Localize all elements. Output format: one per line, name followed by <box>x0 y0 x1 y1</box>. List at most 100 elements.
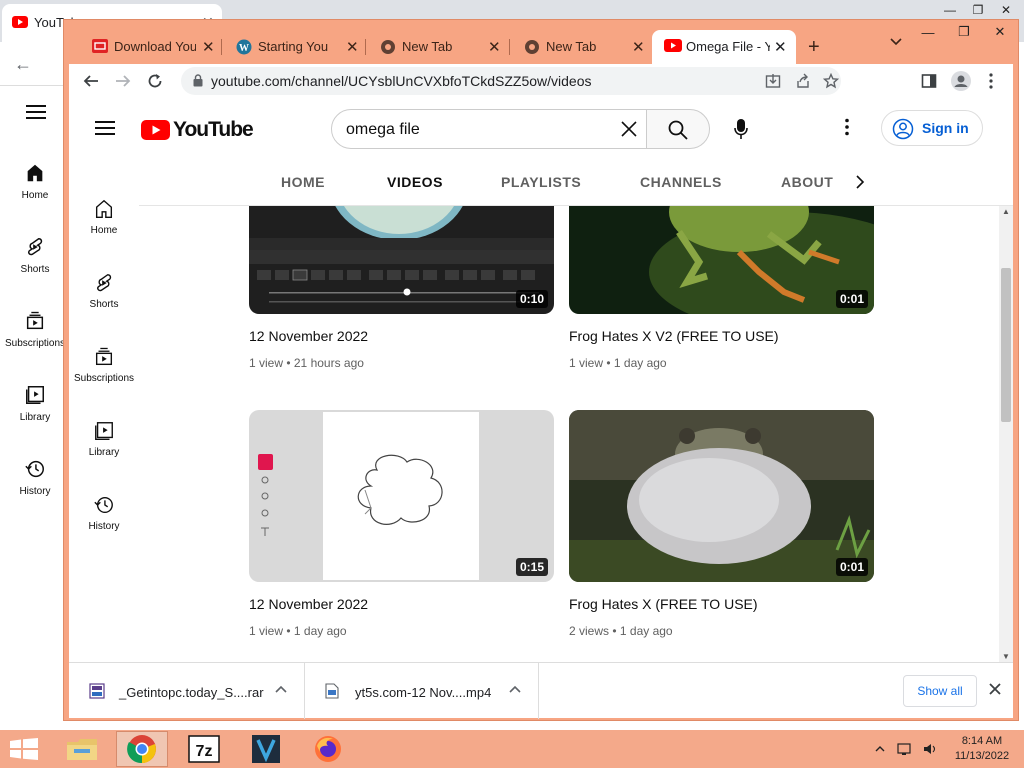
tab-videos[interactable]: VIDEOS <box>387 174 443 190</box>
video-meta: 1 view • 1 day ago <box>249 624 347 638</box>
tab-title: Starting Your Digital <box>258 39 328 54</box>
bg-sidebar-item-history[interactable]: History <box>0 458 70 497</box>
download-item[interactable]: yt5s.com-12 Nov....mp4 <box>305 663 539 719</box>
file-explorer-taskbar-button[interactable] <box>56 731 108 767</box>
bg-sidebar-item-subscriptions[interactable]: Subscriptions <box>0 310 70 349</box>
restore-icon[interactable]: ❐ <box>946 20 982 44</box>
back-arrow-icon[interactable] <box>83 73 99 89</box>
firefox-taskbar-button[interactable] <box>302 731 354 767</box>
taskbar-clock[interactable]: 8:14 AM 11/13/2022 <box>944 734 1020 764</box>
video-card[interactable]: 0:10 12 November 2022 1 view • 21 hours … <box>249 206 554 370</box>
video-title[interactable]: 12 November 2022 <box>249 328 554 344</box>
video-title[interactable]: Frog Hates X (FREE TO USE) <box>569 596 874 612</box>
tab-search-chevron-icon[interactable] <box>890 38 902 46</box>
video-thumbnail[interactable]: 0:15 <box>249 410 554 582</box>
minimize-icon[interactable]: — <box>910 20 946 44</box>
address-bar[interactable]: youtube.com/channel/UCYsblUnCVXbfoTCkdSZ… <box>181 67 841 95</box>
chevron-up-icon[interactable] <box>509 685 521 693</box>
tab-channels[interactable]: CHANNELS <box>640 174 722 190</box>
tab-home[interactable]: HOME <box>281 174 325 190</box>
video-thumbnail[interactable]: 0:01 <box>569 206 874 314</box>
share-icon[interactable] <box>795 73 811 89</box>
scroll-up-arrow-icon[interactable]: ▲ <box>1002 207 1010 216</box>
chrome-menu-icon[interactable] <box>989 73 993 89</box>
tab-about[interactable]: ABOUT <box>781 174 833 190</box>
sign-in-button[interactable]: Sign in <box>881 110 983 146</box>
video-title[interactable]: 12 November 2022 <box>249 596 554 612</box>
7zip-taskbar-button[interactable]: 7z <box>178 731 230 767</box>
search-button[interactable] <box>646 109 710 149</box>
profile-avatar-icon[interactable] <box>951 71 971 91</box>
close-tab-icon[interactable]: ✕ <box>774 38 787 56</box>
scrollbar-thumb[interactable] <box>1001 268 1011 422</box>
tab-separator <box>221 39 222 55</box>
page-scrollbar[interactable]: ▲ ▼ <box>999 206 1013 662</box>
close-download-bar-icon[interactable] <box>989 683 1001 695</box>
bg-sidebar-item-library[interactable]: Library <box>0 384 70 423</box>
search-icon <box>668 120 688 140</box>
7zip-icon: 7z <box>188 735 220 763</box>
close-window-icon[interactable]: ✕ <box>982 20 1018 44</box>
youtube-favicon-icon <box>664 39 682 52</box>
tab-new-tab-2[interactable]: New Tab ✕ <box>512 32 652 62</box>
download-item[interactable]: _Getintopc.today_S....rar <box>69 663 305 719</box>
reload-icon[interactable] <box>147 73 163 89</box>
youtube-logo-text: YouTube <box>173 118 254 141</box>
video-meta: 2 views • 1 day ago <box>569 624 673 638</box>
scroll-down-arrow-icon[interactable]: ▼ <box>1002 652 1010 661</box>
tab-omega-file-youtube[interactable]: Omega File - YouTube ✕ <box>652 30 796 64</box>
tab-strip: Download YouTube ✕ W Starting Your Digit… <box>64 20 1018 64</box>
close-tab-icon[interactable]: ✕ <box>632 38 645 56</box>
new-tab-plus-icon[interactable]: + <box>808 36 820 59</box>
tab-title: Download YouTube <box>114 39 196 54</box>
video-grid: 0:10 12 November 2022 1 view • 21 hours … <box>69 206 1013 662</box>
close-window-icon[interactable]: ✕ <box>992 0 1020 20</box>
youtube-logo[interactable]: YouTube <box>141 118 254 142</box>
folder-icon <box>67 739 97 760</box>
clear-search-icon[interactable] <box>620 120 638 138</box>
side-panel-icon[interactable] <box>921 73 937 89</box>
bg-sidebar-item-home[interactable]: Home <box>0 162 70 201</box>
video-thumbnail[interactable]: 0:10 <box>249 206 554 314</box>
bg-sidebar-item-shorts[interactable]: Shorts <box>0 236 70 275</box>
video-duration: 0:15 <box>515 558 548 576</box>
chevron-right-icon[interactable] <box>855 174 865 190</box>
video-card[interactable]: 0:15 12 November 2022 1 view • 1 day ago <box>249 410 554 638</box>
lock-icon[interactable] <box>193 74 203 87</box>
show-all-downloads-button[interactable]: Show all <box>903 675 977 707</box>
tab-separator <box>509 39 510 55</box>
video-card[interactable]: 0:01 Frog Hates X V2 (FREE TO USE) 1 vie… <box>569 206 874 370</box>
svg-text:7z: 7z <box>196 743 213 760</box>
video-card[interactable]: 0:01 Frog Hates X (FREE TO USE) 2 views … <box>569 410 874 638</box>
hamburger-menu-icon[interactable] <box>26 104 46 120</box>
back-arrow-icon[interactable]: ← <box>14 54 32 75</box>
search-input[interactable] <box>346 119 596 141</box>
download-favicon-icon <box>92 39 108 53</box>
tab-playlists[interactable]: PLAYLISTS <box>501 174 581 190</box>
hamburger-menu-icon[interactable] <box>95 120 115 136</box>
system-tray <box>874 742 940 756</box>
voice-search-button[interactable] <box>721 109 761 149</box>
minimize-icon[interactable]: — <box>936 0 964 20</box>
video-thumbnail[interactable]: 0:01 <box>569 410 874 582</box>
chevron-up-icon[interactable] <box>275 685 287 693</box>
background-window-controls: — ❐ ✕ <box>936 0 1020 20</box>
restore-icon[interactable]: ❐ <box>964 0 992 20</box>
rar-file-icon <box>89 683 105 699</box>
download-file-name: yt5s.com-12 Nov....mp4 <box>355 685 492 700</box>
video-title[interactable]: Frog Hates X V2 (FREE TO USE) <box>569 328 874 344</box>
tab-download-youtube[interactable]: Download YouTube ✕ <box>80 32 222 62</box>
close-tab-icon[interactable]: ✕ <box>202 38 215 56</box>
bookmark-star-icon[interactable] <box>823 73 839 89</box>
chrome-favicon-icon <box>380 39 396 55</box>
windows-start-icon[interactable] <box>10 738 38 760</box>
tab-new-tab-1[interactable]: New Tab ✕ <box>368 32 510 62</box>
close-tab-icon[interactable]: ✕ <box>488 38 501 56</box>
close-tab-icon[interactable]: ✕ <box>346 38 359 56</box>
vegas-taskbar-button[interactable] <box>240 731 292 767</box>
settings-menu-icon[interactable] <box>845 118 849 136</box>
chrome-taskbar-button[interactable] <box>116 731 168 767</box>
tab-starting-your-digital[interactable]: W Starting Your Digital ✕ <box>224 32 366 62</box>
install-app-icon[interactable] <box>765 73 781 89</box>
forward-arrow-icon[interactable] <box>115 73 131 89</box>
